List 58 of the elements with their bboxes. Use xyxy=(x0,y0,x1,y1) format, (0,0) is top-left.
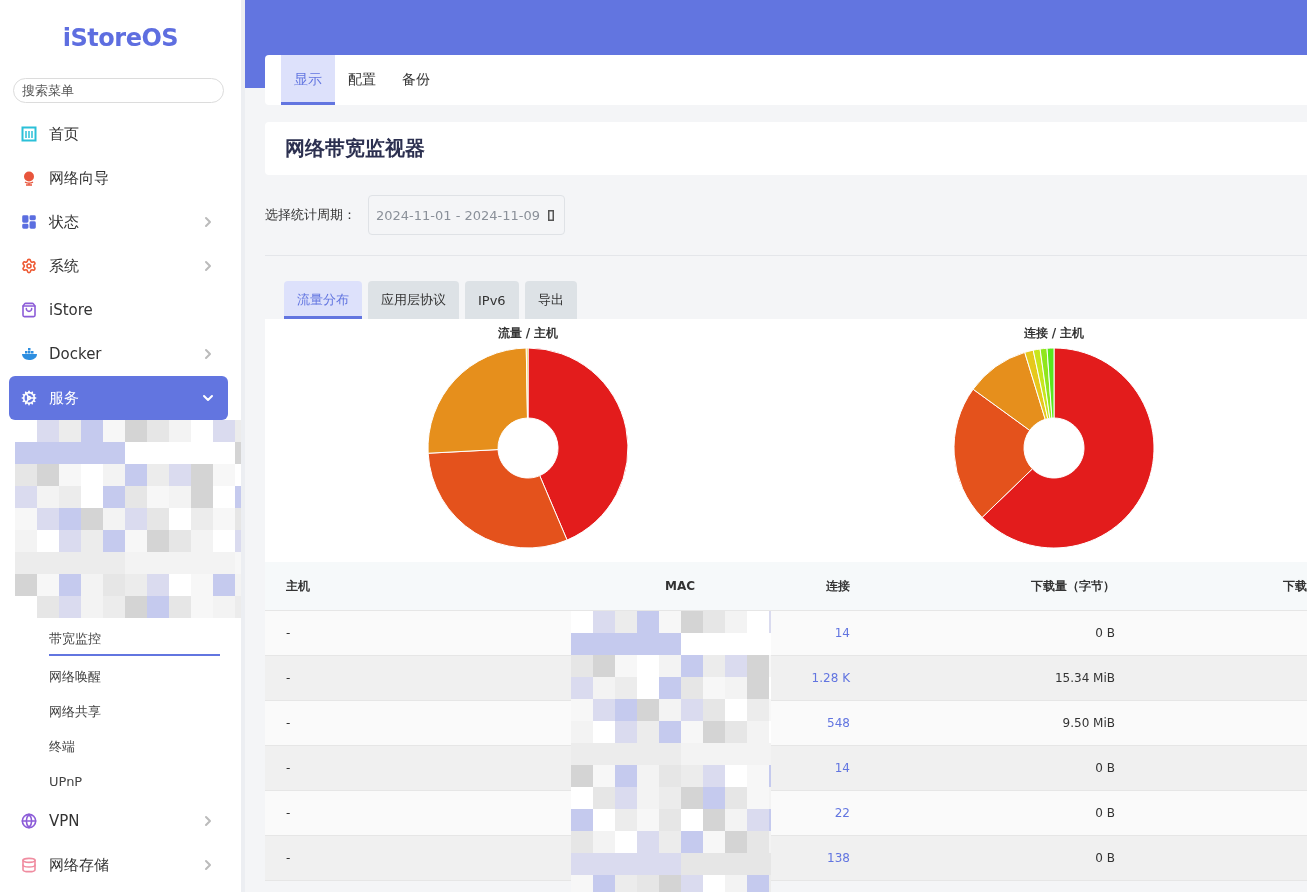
table-cell-text: 0 B xyxy=(1094,850,1116,867)
connections-link[interactable]: 14 xyxy=(834,761,850,775)
globe-icon xyxy=(21,813,37,829)
calendar-icon xyxy=(548,209,555,221)
period-label: 选择统计周期： xyxy=(265,206,357,224)
connections-link[interactable]: 22 xyxy=(834,806,850,820)
submenu-item[interactable]: UPnP xyxy=(49,764,220,799)
column-header: MAC xyxy=(663,578,696,595)
submenu-item[interactable]: 网络共享 xyxy=(49,694,220,729)
dashboard-icon xyxy=(21,214,37,230)
tab[interactable]: IPv6 xyxy=(465,281,519,319)
table-cell-text: - xyxy=(285,715,292,732)
column-header: 主机 xyxy=(285,577,311,595)
chart-icon xyxy=(21,126,37,142)
table-cell-text: - xyxy=(285,670,292,687)
column-header: 连接 xyxy=(825,577,851,595)
connections-link[interactable]: 138 xyxy=(827,851,850,865)
column-header: 下载量（字节） xyxy=(1030,577,1116,595)
tab[interactable]: 备份 xyxy=(389,55,443,105)
table-cell-text: 0 B xyxy=(1094,760,1116,777)
submenu-item[interactable]: 带宽监控 xyxy=(49,624,220,656)
connections-link[interactable]: 548 xyxy=(827,716,850,730)
sidebar-item[interactable]: iStore xyxy=(9,288,228,332)
sidebar-item[interactable]: 网络向导 xyxy=(9,156,228,200)
connections-link[interactable]: 1.28 K xyxy=(811,671,850,685)
submenu-item[interactable]: 终端 xyxy=(49,729,220,764)
sidebar-item[interactable]: 首页 xyxy=(9,112,228,156)
table-cell-text: - xyxy=(285,625,292,642)
table-cell-text: - xyxy=(285,805,292,822)
sidebar-item[interactable]: 状态 xyxy=(9,200,228,244)
database-icon xyxy=(21,857,37,873)
table-cell-text: 0 B xyxy=(1094,805,1116,822)
sidebar-item[interactable]: 服务 xyxy=(9,376,228,420)
table-cell-text: 0 B xyxy=(1094,625,1116,642)
tab[interactable]: 配置 xyxy=(335,55,389,105)
globe-icon xyxy=(21,170,37,186)
sidebar-item[interactable]: 网络存储 xyxy=(9,843,228,887)
table-cell-text: - xyxy=(285,760,292,777)
search-field[interactable]: 搜索菜单 xyxy=(13,78,224,103)
settings-icon xyxy=(21,258,37,274)
column-header: 下载 xyxy=(1282,577,1307,595)
bag-icon xyxy=(21,302,37,318)
submenu-item[interactable]: 网络唤醒 xyxy=(49,659,220,694)
sidebar-item[interactable]: Docker xyxy=(9,332,228,376)
logo: iStoreOS xyxy=(61,22,180,54)
sidebar-item[interactable]: 系统 xyxy=(9,244,228,288)
whale-icon xyxy=(21,347,39,361)
connections-link[interactable]: 14 xyxy=(834,626,850,640)
page-title: 网络带宽监视器 xyxy=(265,122,1307,175)
chart-title: 连接 / 主机 xyxy=(1023,325,1085,342)
table-cell-text: 9.50 MiB xyxy=(1061,715,1116,732)
tab[interactable]: 导出 xyxy=(524,281,577,319)
sidebar-item[interactable]: VPN xyxy=(9,799,228,843)
table-cell-text: 15.34 MiB xyxy=(1053,670,1116,687)
gears-icon xyxy=(21,390,37,406)
chart-title: 流量 / 主机 xyxy=(497,325,559,342)
tab[interactable]: 应用层协议 xyxy=(368,281,459,319)
table-cell-text: - xyxy=(285,850,292,867)
